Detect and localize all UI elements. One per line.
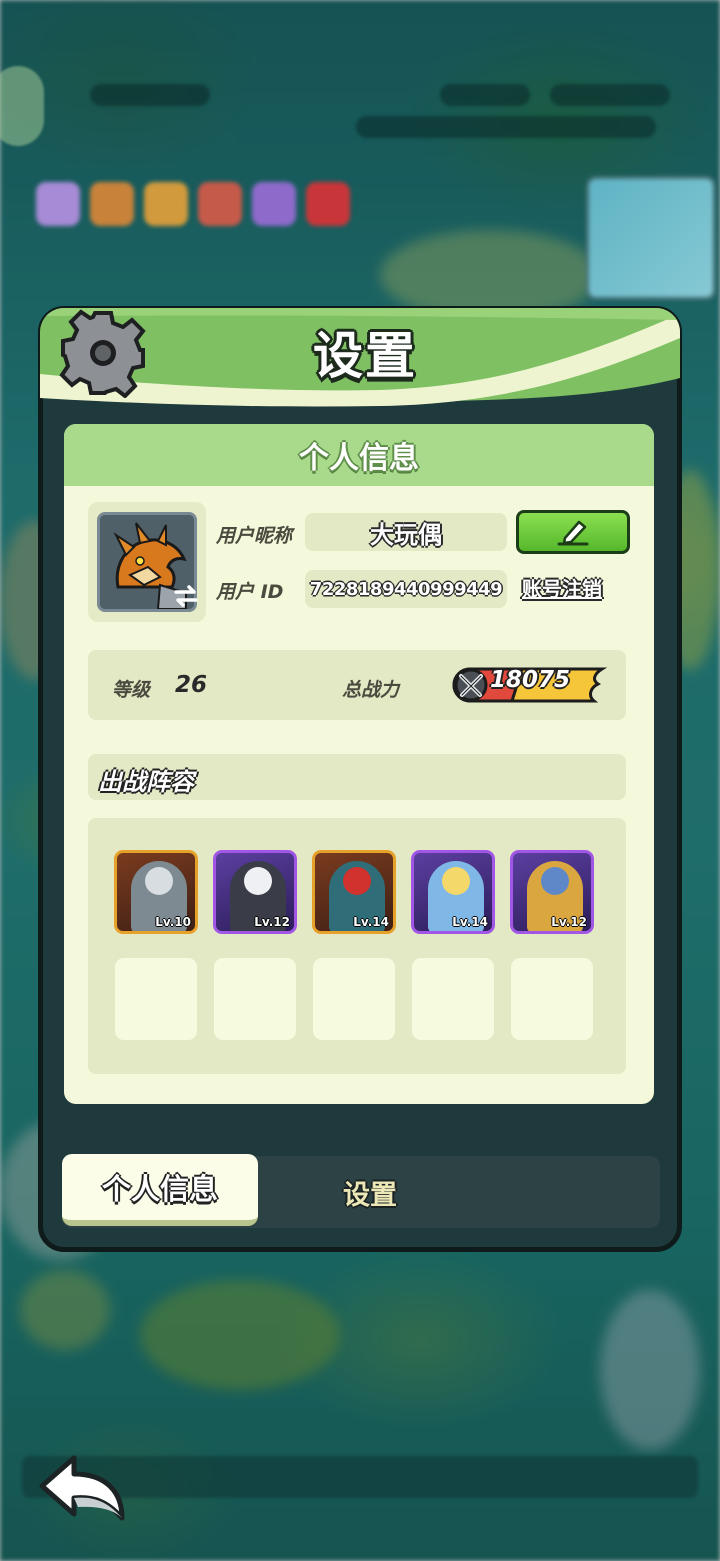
- empty-hero-slot[interactable]: [313, 958, 395, 1040]
- hero-level: Lv.14: [452, 915, 488, 929]
- profile-card-header: 个人信息: [64, 424, 654, 486]
- empty-hero-slot[interactable]: [412, 958, 494, 1040]
- hud-resource-bar: [356, 116, 656, 138]
- uid-value: 7228189440999449: [305, 570, 507, 608]
- hud-resource-bar: [440, 84, 530, 106]
- tab-personal-info-label: 个人信息: [101, 1172, 218, 1206]
- lineup-title: 出战阵容: [98, 768, 194, 796]
- hero-slot-5[interactable]: Lv.12: [510, 850, 594, 934]
- panel-title: 设置: [313, 327, 417, 385]
- pencil-icon: [557, 520, 589, 546]
- nickname-label: 用户昵称: [216, 525, 293, 547]
- hero-level: Lv.12: [551, 915, 587, 929]
- hero-level: Lv.10: [155, 915, 191, 929]
- hero-level: Lv.12: [254, 915, 290, 929]
- hud-resource-bar: [550, 84, 670, 106]
- tab-settings-label: 设置: [343, 1179, 397, 1211]
- hud-player-avatar: [0, 66, 44, 146]
- uid-label: 用户 ID: [216, 581, 284, 603]
- gear-icon: [58, 308, 148, 399]
- hero-level: Lv.14: [353, 915, 389, 929]
- hero-slot-3[interactable]: Lv.14: [312, 850, 396, 934]
- empty-hero-slot[interactable]: [511, 958, 593, 1040]
- power-label: 总战力: [342, 679, 400, 701]
- minimap: [586, 176, 716, 300]
- hud-event-icons: [36, 182, 350, 226]
- tab-personal-info[interactable]: 个人信息: [62, 1154, 258, 1226]
- nickname-value: 大玩偶: [305, 513, 507, 551]
- hero-slot-4[interactable]: Lv.14: [411, 850, 495, 934]
- edit-nickname-button[interactable]: [516, 510, 630, 554]
- swap-arrows-icon[interactable]: [172, 582, 200, 610]
- level-value: 26: [175, 672, 208, 698]
- hero-slot-1[interactable]: Lv.10: [114, 850, 198, 934]
- hero-slot-2[interactable]: Lv.12: [213, 850, 297, 934]
- empty-hero-slot[interactable]: [115, 958, 197, 1040]
- hud-resource-bar: [90, 84, 210, 106]
- tab-settings[interactable]: 设置: [300, 1156, 440, 1228]
- empty-hero-slot[interactable]: [214, 958, 296, 1040]
- back-arrow-icon[interactable]: [38, 1452, 130, 1522]
- level-label: 等级: [112, 679, 151, 701]
- power-value: 18075: [490, 667, 571, 693]
- profile-card-title: 个人信息: [299, 441, 419, 476]
- cancel-account-link[interactable]: 账号注销: [522, 573, 602, 602]
